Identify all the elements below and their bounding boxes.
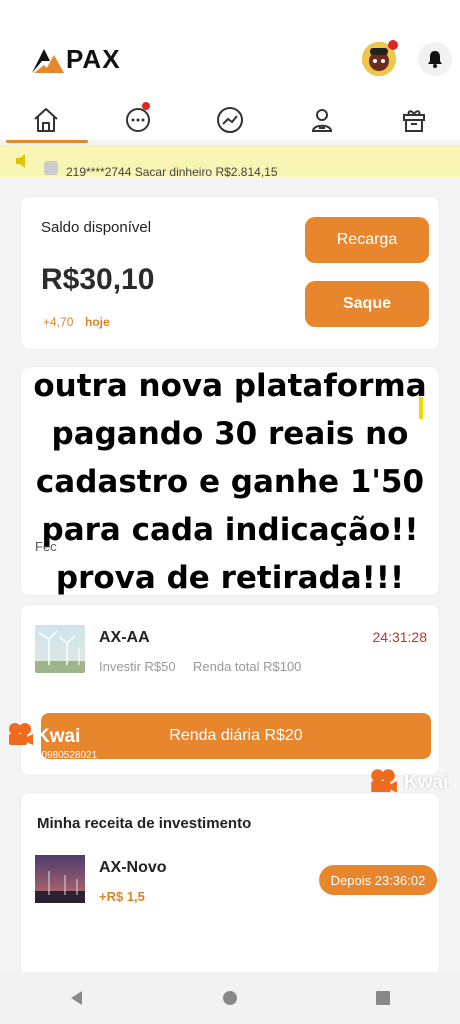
home-circle-icon[interactable] [221,989,239,1007]
balance-delta-suffix: hoje [85,315,110,329]
balance-delta: +4,70 [43,315,74,329]
speaker-icon [16,154,25,168]
caption-line: pagando 30 reais no [51,416,409,452]
app-logo: PAX [30,44,121,75]
balance-card: Saldo disponível R$30,10 +4,70 hoje Reca… [20,196,440,350]
announcement-bar: 219****2744 Sacar dinheiro R$2.814,15 [0,145,460,179]
pax-logo-icon [32,48,64,73]
income-item-gain: +R$ 1,5 [99,889,145,904]
main-nav [0,96,460,144]
withdraw-button[interactable]: Saque [305,281,429,327]
kwai-watermark-id: 00980528021 [36,750,98,761]
product-invest: Investir R$50 [99,659,176,674]
nav-profile[interactable] [276,96,368,144]
gift-box-icon [403,110,425,132]
caption-line: para cada indicação!! [41,512,419,548]
product-image [35,625,85,673]
back-icon[interactable] [68,989,86,1007]
nav-home[interactable] [0,96,92,144]
bell-icon [428,51,442,68]
nav-market[interactable] [184,96,276,144]
chat-icon [126,108,150,132]
announcement-avatar [44,161,58,175]
balance-label: Saldo disponível [41,219,152,236]
income-item-image [35,855,85,903]
nav-messages[interactable] [92,96,184,144]
kwai-logo-icon [9,723,33,745]
power-tower-icon [35,871,85,903]
user-icon [311,109,333,132]
system-nav-bar [0,972,460,1024]
notifications-button[interactable] [418,42,452,76]
nav-active-indicator [6,140,88,143]
trend-chart-icon [217,107,243,133]
caption-line: prova de retirada!!! [55,560,405,596]
investment-income-card: Minha receita de investimento AX-Novo +R… [20,792,440,982]
messages-badge [142,102,150,110]
balance-value: R$30,10 [41,263,155,296]
home-icon [34,108,58,132]
video-caption-overlay: outra nova plataforma pagando 30 reais n… [20,362,440,602]
kwai-watermark-text: Kwai [36,726,81,747]
recents-icon[interactable] [374,989,392,1007]
income-item-name: AX-Novo [99,859,167,876]
daily-income-button[interactable]: Renda diária R$20 [41,713,431,759]
product-timer: 24:31:28 [372,629,428,645]
countdown-button[interactable]: Depois 23:36:02 [319,865,437,895]
product-total: Renda total R$100 [193,659,302,674]
nav-gift[interactable] [368,96,460,144]
wind-turbine-icon [35,630,85,673]
product-name: AX-AA [99,629,150,646]
kwai-watermark-text-right: Kwai [404,772,449,793]
announcement-text: 219****2744 Sacar dinheiro R$2.814,15 [66,165,278,179]
income-title: Minha receita de investimento [37,815,252,832]
recharge-button[interactable]: Recarga [305,217,429,263]
caption-line: outra nova plataforma [33,368,427,404]
brand-name: PAX [66,44,121,74]
avatar-notification-dot [388,40,398,50]
caption-line: cadastro e ganhe 1'50 [35,464,425,500]
